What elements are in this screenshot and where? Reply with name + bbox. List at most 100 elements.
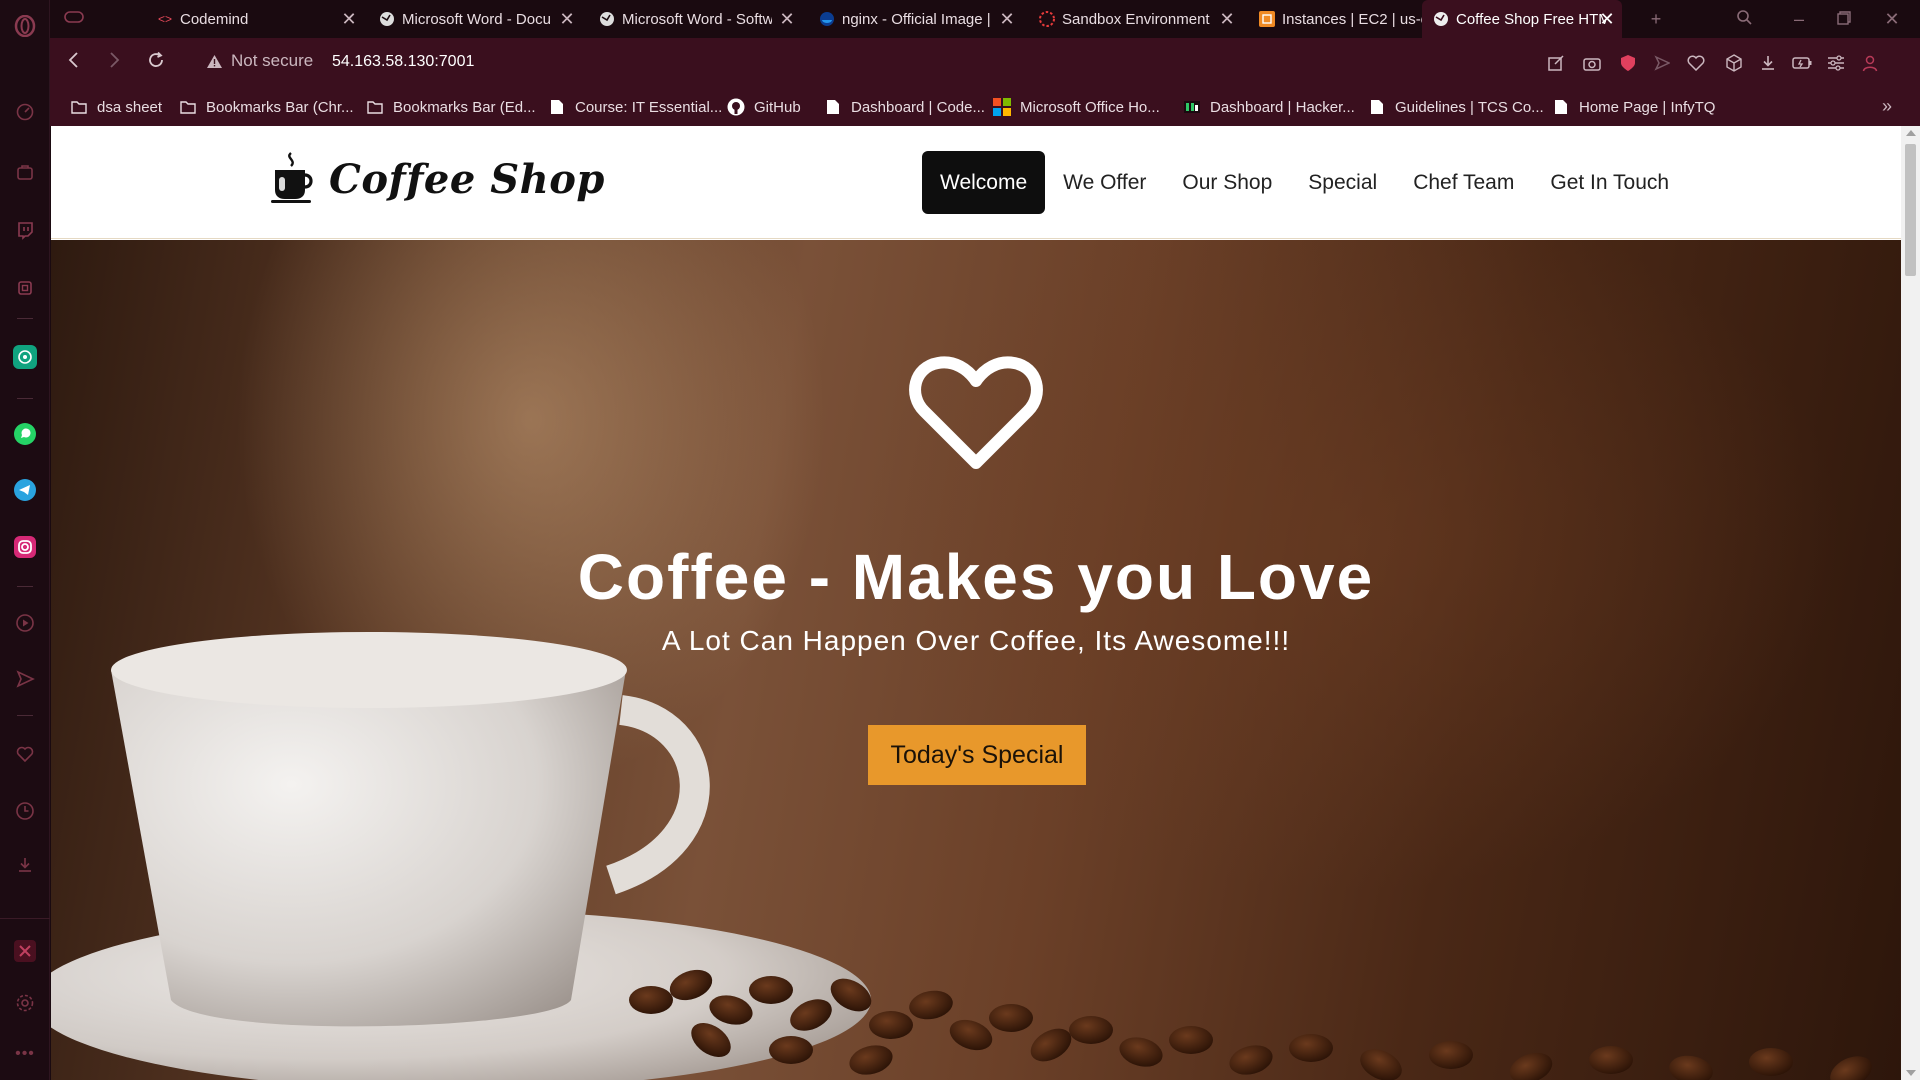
restore-window-icon[interactable] — [1832, 8, 1856, 30]
logo-text: Coffee Shop — [329, 156, 605, 203]
bookmark-github[interactable]: GitHub — [727, 96, 801, 118]
globe-icon — [378, 10, 396, 28]
sidebar-separator — [17, 586, 33, 587]
address-bar-row: Not secure 54.163.58.130:7001 — [50, 38, 1920, 88]
new-tab-plus-icon[interactable]: + — [1644, 8, 1668, 30]
tab-strip: <> Codemind ✕ Microsoft Word - Docu ✕ Mi… — [50, 0, 1920, 38]
globe-icon — [598, 10, 616, 28]
bookmark-infytq[interactable]: Home Page | InfyTQ — [1552, 96, 1715, 118]
pinned-app-icon[interactable] — [13, 939, 37, 963]
tab-codemind[interactable]: <> Codemind ✕ — [102, 0, 364, 38]
tab-coffee-shop[interactable]: Coffee Shop Free HTML ✕ — [1422, 0, 1622, 38]
globe-icon — [1432, 10, 1450, 28]
coffee-cup-icon — [271, 150, 315, 209]
menu-we-offer[interactable]: We Offer — [1045, 151, 1164, 214]
extension-box-icon[interactable] — [13, 276, 37, 300]
close-icon[interactable]: ✕ — [1218, 10, 1236, 28]
tab-nginx[interactable]: nginx - Official Image | ✕ — [812, 0, 1022, 38]
bookmark-dashboard-hacker[interactable]: Dashboard | Hacker... — [1183, 96, 1355, 118]
player-icon[interactable] — [13, 611, 37, 635]
profile-icon[interactable] — [1858, 51, 1882, 75]
speed-dial-icon[interactable] — [13, 100, 37, 124]
security-indicator[interactable]: Not secure — [206, 51, 313, 71]
close-window-icon[interactable]: ✕ — [1880, 8, 1904, 30]
twitch-icon[interactable] — [13, 218, 37, 242]
aws-icon — [1258, 10, 1276, 28]
warning-triangle-icon — [206, 54, 223, 69]
instagram-icon[interactable] — [13, 535, 37, 559]
vpn-shield-icon[interactable] — [1616, 51, 1640, 75]
hero-banner: Coffee - Makes you Love A Lot Can Happen… — [51, 240, 1901, 1080]
menu-our-shop[interactable]: Our Shop — [1164, 151, 1290, 214]
heart-icon[interactable] — [13, 742, 37, 766]
whatsapp-icon[interactable] — [13, 422, 37, 446]
site-header: Coffee Shop Welcome We Offer Our Shop Sp… — [51, 126, 1901, 239]
download-icon[interactable] — [1756, 51, 1780, 75]
scroll-thumb[interactable] — [1905, 144, 1916, 276]
microsoft-icon — [993, 98, 1011, 116]
battery-saver-icon[interactable] — [1790, 51, 1814, 75]
send-arrow-icon[interactable] — [1650, 51, 1674, 75]
minimize-icon[interactable]: – — [1787, 8, 1811, 30]
menu-chef-team[interactable]: Chef Team — [1395, 151, 1532, 214]
reload-icon[interactable] — [144, 51, 168, 75]
search-tabs-icon[interactable] — [1732, 8, 1756, 30]
bookmark-dashboard-code[interactable]: Dashboard | Code... — [824, 96, 985, 118]
menu-welcome[interactable]: Welcome — [922, 151, 1046, 214]
site-logo[interactable]: Coffee Shop — [271, 150, 605, 209]
snapshot-camera-icon[interactable] — [1580, 51, 1604, 75]
gamepad-icon[interactable] — [62, 8, 86, 30]
forward-arrow-icon[interactable] — [102, 51, 126, 75]
extensions-cube-icon[interactable] — [1722, 51, 1746, 75]
close-icon[interactable]: ✕ — [340, 10, 358, 28]
opera-logo-icon[interactable] — [13, 14, 37, 38]
close-icon[interactable]: ✕ — [1598, 10, 1616, 28]
hero-subtitle: A Lot Can Happen Over Coffee, Its Awesom… — [661, 625, 1291, 656]
page-icon — [548, 98, 566, 116]
bookmarks-overflow-chevron-icon[interactable]: » — [1882, 96, 1892, 117]
easy-setup-sliders-icon[interactable] — [1824, 51, 1848, 75]
todays-special-button[interactable]: Today's Special — [868, 725, 1086, 785]
tab-microsoft-word-2[interactable]: Microsoft Word - Softw ✕ — [592, 0, 802, 38]
page-icon — [1552, 98, 1570, 116]
close-icon[interactable]: ✕ — [998, 10, 1016, 28]
bookmark-microsoft-office[interactable]: Microsoft Office Ho... — [993, 96, 1160, 118]
hackerearth-icon — [1183, 98, 1201, 116]
chatgpt-icon[interactable] — [13, 345, 37, 369]
back-arrow-icon[interactable] — [62, 51, 86, 75]
bookmark-bookmarks-bar-chrome[interactable]: Bookmarks Bar (Chr... — [179, 96, 354, 118]
send-icon[interactable] — [13, 667, 37, 691]
loader-ring-icon — [1038, 10, 1056, 28]
heart-bookmark-icon[interactable] — [1684, 51, 1708, 75]
page-scrollbar[interactable] — [1901, 126, 1920, 1080]
bookmark-it-essentials[interactable]: Course: IT Essential... — [548, 96, 722, 118]
security-label: Not secure — [231, 51, 314, 70]
share-edit-icon[interactable] — [1544, 51, 1568, 75]
shopping-bag-icon[interactable] — [13, 160, 37, 184]
hero-title: Coffee - Makes you Love — [577, 541, 1375, 613]
bookmark-guidelines-tcs[interactable]: Guidelines | TCS Co... — [1368, 96, 1544, 118]
close-icon[interactable]: ✕ — [778, 10, 796, 28]
folder-icon — [70, 98, 88, 116]
close-icon[interactable]: ✕ — [558, 10, 576, 28]
sidebar-separator — [17, 318, 33, 319]
scroll-up-arrow-icon[interactable] — [1906, 130, 1916, 136]
downloads-icon[interactable] — [13, 853, 37, 877]
scroll-down-arrow-icon[interactable] — [1906, 1070, 1916, 1076]
bookmark-bookmarks-bar-edge[interactable]: Bookmarks Bar (Ed... — [366, 96, 536, 118]
telegram-icon[interactable] — [13, 478, 37, 502]
folder-icon — [179, 98, 197, 116]
folder-icon — [366, 98, 384, 116]
page-icon — [1368, 98, 1386, 116]
menu-get-in-touch[interactable]: Get In Touch — [1532, 151, 1687, 214]
settings-gear-icon[interactable] — [13, 991, 37, 1015]
history-clock-icon[interactable] — [13, 799, 37, 823]
github-icon — [727, 98, 745, 116]
more-dots-icon[interactable]: ••• — [13, 1042, 37, 1066]
tab-microsoft-word-1[interactable]: Microsoft Word - Docu ✕ — [372, 0, 582, 38]
page-icon — [824, 98, 842, 116]
address-url-input[interactable]: 54.163.58.130:7001 — [332, 53, 474, 71]
tab-sandbox-environment[interactable]: Sandbox Environment ✕ — [1032, 0, 1242, 38]
menu-special[interactable]: Special — [1290, 151, 1395, 214]
bookmark-dsa-sheet[interactable]: dsa sheet — [70, 96, 162, 118]
